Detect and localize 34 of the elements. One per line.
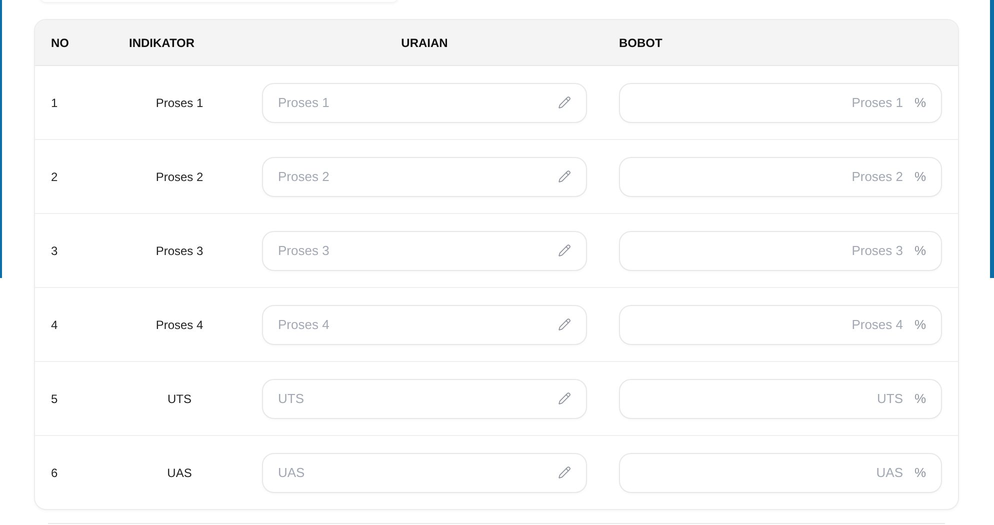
percent-suffix: % <box>914 464 926 480</box>
edit-icon <box>558 318 571 330</box>
edit-icon <box>558 392 571 404</box>
description-field[interactable]: Proses 4 <box>262 304 587 344</box>
indicator-cell-text: UTS <box>166 392 192 406</box>
description-field[interactable]: Proses 2 <box>262 156 587 196</box>
percent-suffix: % <box>914 316 926 332</box>
row-number: 5 <box>50 392 59 406</box>
row-number: 6 <box>50 466 59 480</box>
edit-icon <box>558 466 571 478</box>
edit-icon <box>558 96 571 108</box>
percent-suffix: % <box>914 94 926 110</box>
description-field[interactable]: UAS <box>262 452 587 492</box>
description-field[interactable]: UTS <box>262 378 587 418</box>
column-header: URAIAN <box>400 36 449 50</box>
indicator-cell-text: Proses 1 <box>154 96 204 110</box>
column-header: INDIKATOR <box>128 36 196 50</box>
indicator-cell-text: Proses 4 <box>154 318 204 332</box>
indicator-cell-text: UAS <box>166 466 193 480</box>
row-number: 2 <box>50 170 59 184</box>
indicator-cell-text: Proses 2 <box>154 170 204 184</box>
percent-suffix: % <box>914 242 926 258</box>
indicator-cell-text: Proses 3 <box>154 244 204 258</box>
column-header: NO <box>50 36 70 50</box>
percent-suffix: % <box>914 390 926 406</box>
column-header: BOBOT <box>618 36 664 50</box>
percent-suffix: % <box>914 168 926 184</box>
description-field[interactable]: Proses 1 <box>262 82 587 122</box>
row-number: 3 <box>50 244 59 258</box>
edit-icon <box>558 170 571 182</box>
row-number: 1 <box>50 96 59 110</box>
description-field[interactable]: Proses 3 <box>262 230 587 270</box>
edit-icon <box>558 244 571 256</box>
row-number: 4 <box>50 318 59 332</box>
